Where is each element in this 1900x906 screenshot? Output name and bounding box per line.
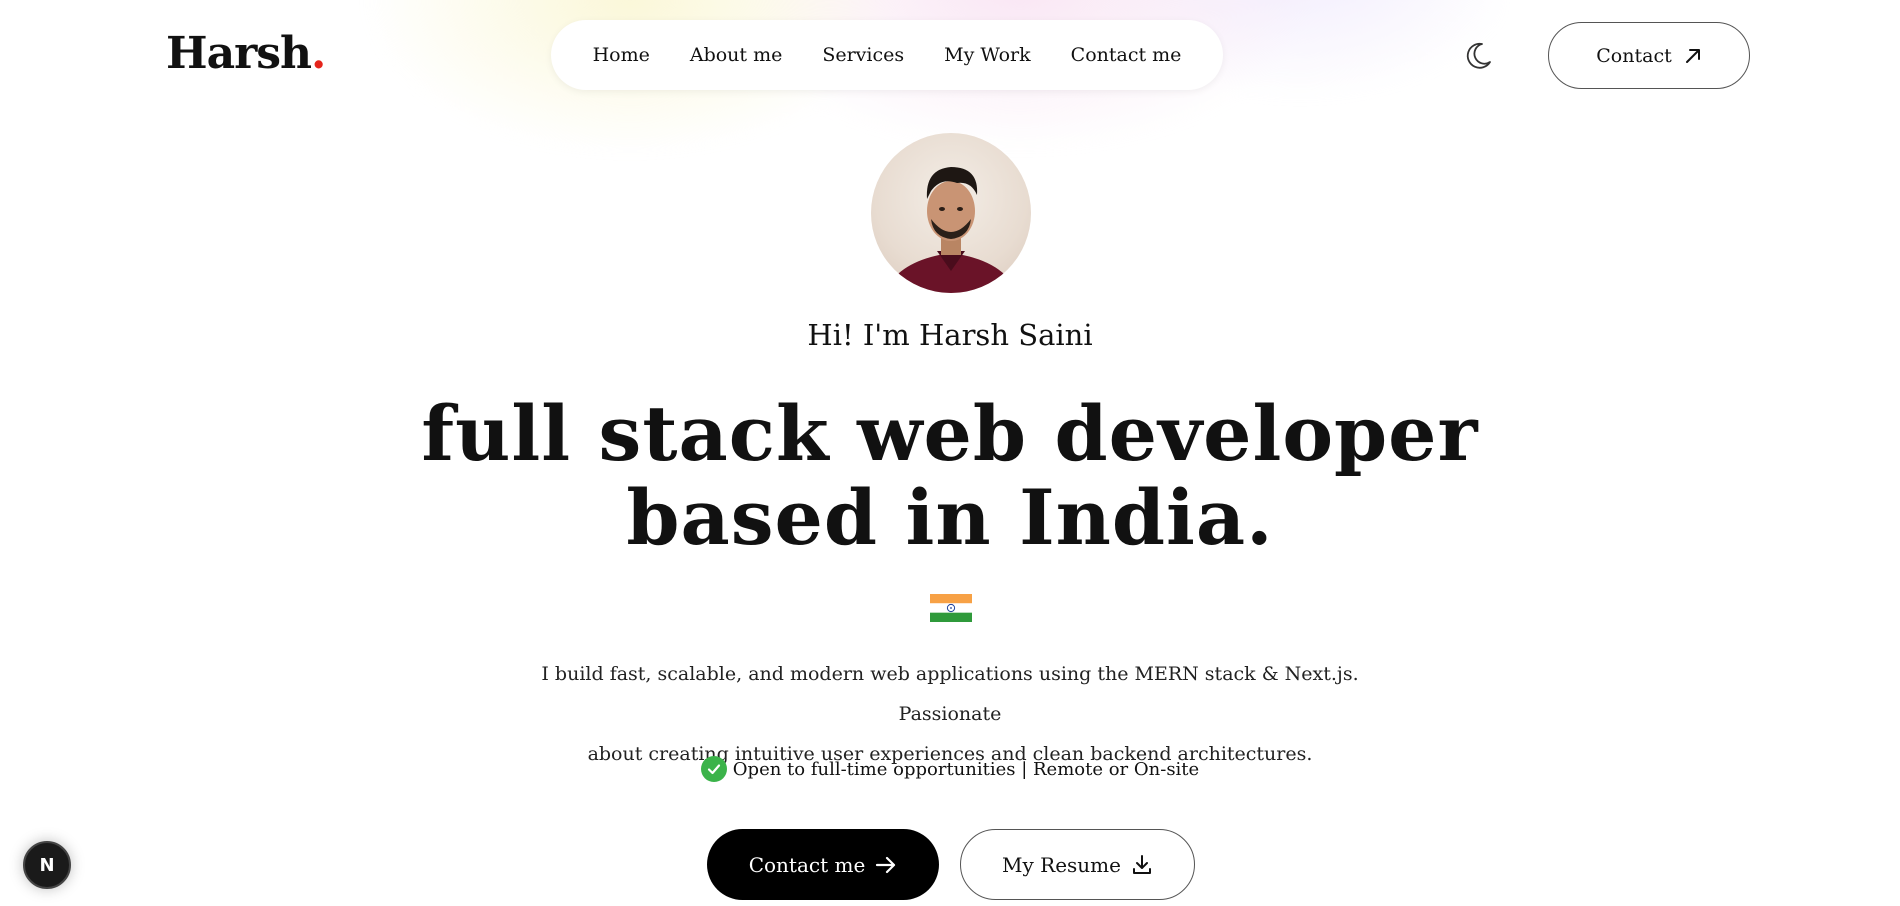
check-circle-icon <box>700 756 727 782</box>
resume-button[interactable]: My Resume <box>960 829 1195 900</box>
nextjs-dev-badge-label: N <box>39 854 55 876</box>
availability-text: Open to full-time opportunities | Remote… <box>732 758 1200 780</box>
logo-text: Harsh <box>166 28 312 79</box>
hero-greeting: Hi! I'm Harsh Saini <box>807 318 1093 352</box>
download-icon <box>1132 854 1151 874</box>
contact-me-button-label: Contact me <box>748 852 866 877</box>
nav-item-services[interactable]: Services <box>822 44 904 66</box>
moon-icon[interactable] <box>1462 40 1494 72</box>
logo[interactable]: Harsh. <box>166 28 326 79</box>
hero-headline: full stack web developer based in India. <box>0 392 1900 560</box>
hero-headline-line1: full stack web developer <box>421 389 1479 478</box>
arrow-up-right-icon <box>1685 48 1700 63</box>
main-nav: Home About me Services My Work Contact m… <box>551 20 1223 90</box>
hero-headline-line2: based in India. <box>626 473 1274 562</box>
availability-status: Open to full-time opportunities | Remote… <box>0 756 1900 782</box>
hero-bio-line1: I build fast, scalable, and modern web a… <box>541 663 1359 725</box>
logo-dot: . <box>311 28 326 79</box>
avatar <box>871 133 1031 293</box>
nav-item-home[interactable]: Home <box>593 44 650 66</box>
nav-item-my-work[interactable]: My Work <box>944 44 1031 66</box>
contact-button-label: Contact <box>1596 44 1672 67</box>
contact-me-button[interactable]: Contact me <box>707 829 939 900</box>
contact-button[interactable]: Contact <box>1548 22 1750 89</box>
nextjs-dev-badge[interactable]: N <box>23 841 71 889</box>
arrow-right-icon <box>876 856 896 873</box>
india-flag-icon <box>930 594 972 622</box>
nav-item-about[interactable]: About me <box>690 44 783 66</box>
nav-item-contact[interactable]: Contact me <box>1071 44 1182 66</box>
resume-button-label: My Resume <box>1002 852 1121 877</box>
